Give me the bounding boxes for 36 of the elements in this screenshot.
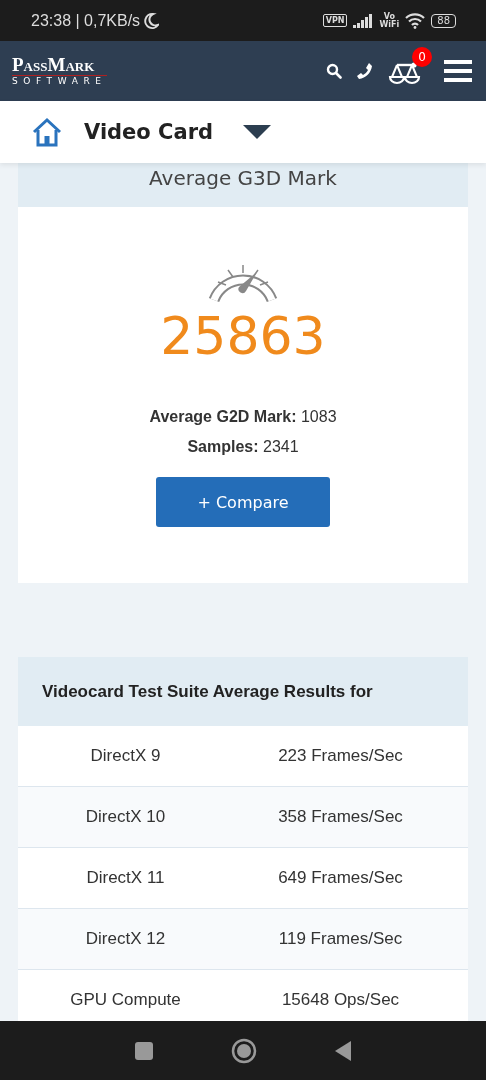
logo-name[interactable]: PassMark (12, 55, 107, 76)
phone-icon[interactable] (356, 62, 374, 80)
test-name-cell-text: DirectX 10 (84, 807, 167, 827)
compare-count-badge: 0 (412, 47, 432, 67)
result-cell-text: 119 Frames/Sec (277, 929, 404, 949)
result-cell-text: 358 Frames/Sec (277, 807, 404, 827)
result-cell-text: 15648 Ops/Sec (280, 990, 401, 1010)
compare-button[interactable]: + Compare (156, 477, 330, 527)
recents-icon[interactable] (133, 1040, 154, 1061)
menu-icon[interactable] (444, 59, 472, 83)
test-name-cell-text: DirectX 9 (89, 746, 162, 766)
card-title: Average G3D Mark (149, 166, 337, 192)
battery-icon: 88 (431, 13, 456, 28)
home-icon[interactable] (32, 117, 62, 147)
dropdown-caret-icon[interactable] (243, 124, 272, 140)
wifi-label: WiFi (379, 20, 400, 29)
g2d-mark-text: Average G2D Mark: 1083 (149, 407, 337, 427)
test-name-cell-text: GPU Compute (69, 990, 182, 1010)
samples-text: Samples: 2341 (187, 437, 299, 457)
page-title: Video Card (84, 120, 214, 144)
g3d-score: 25863 (160, 305, 326, 368)
result-cell-text: 223 Frames/Sec (277, 746, 404, 766)
table-heading: Videocard Test Suite Average Results for (42, 681, 373, 702)
test-name-cell-text: DirectX 11 (85, 868, 166, 888)
test-name-cell-text: DirectX 12 (84, 929, 167, 949)
search-icon[interactable] (326, 63, 342, 79)
home-button-icon[interactable] (231, 1037, 257, 1064)
vo-label: Vo (383, 12, 395, 21)
signal-icon (353, 13, 374, 28)
back-icon[interactable] (334, 1039, 353, 1062)
wifi-icon (405, 12, 426, 29)
result-cell-text: 649 Frames/Sec (277, 868, 404, 888)
status-time: 23:38 | 0,7KB/s (31, 11, 141, 30)
vpn-badge: VPN (322, 14, 348, 27)
logo-tagline: SOFTWARE (12, 75, 107, 87)
moon-icon (143, 11, 160, 30)
